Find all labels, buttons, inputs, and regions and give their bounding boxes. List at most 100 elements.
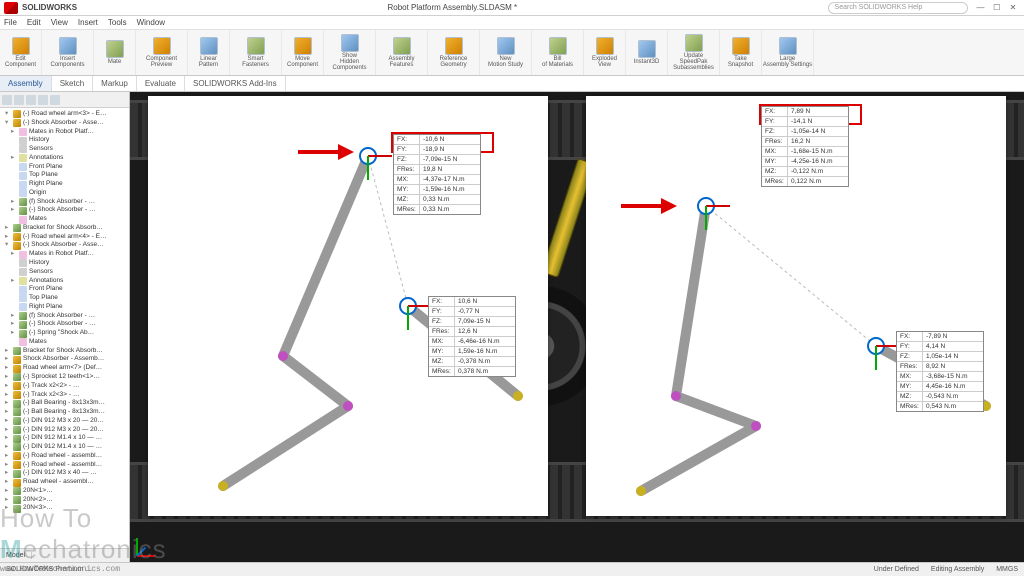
menu-tools[interactable]: Tools	[108, 18, 127, 27]
feature-tree[interactable]: ▾(-) Road wheel arm<3> - E…▾(-) Shock Ab…	[0, 108, 129, 548]
ribbon-icon	[200, 37, 218, 55]
tree-hist-icon	[19, 268, 27, 276]
tree-item[interactable]: ▸20N<1>…	[1, 487, 128, 496]
ribbon-edit-component[interactable]: Edit Component	[0, 30, 42, 75]
ribbon-mate[interactable]: Mate	[94, 30, 136, 75]
ribbon-bill-of-materials[interactable]: Bill of Materials	[532, 30, 584, 75]
tree-toolbar	[0, 92, 129, 108]
ribbon-new-motion-study[interactable]: New Motion Study	[480, 30, 532, 75]
menu-window[interactable]: Window	[137, 18, 165, 27]
ribbon-reference-geometry[interactable]: Reference Geometry	[428, 30, 480, 75]
tree-item[interactable]: ▾(-) Road wheel arm<3> - E…	[1, 110, 128, 119]
tree-asm-icon	[13, 356, 21, 364]
tree-asm-icon	[13, 391, 21, 399]
ribbon-smart-fasteners[interactable]: Smart Fasteners	[230, 30, 282, 75]
ribbon-linear-pattern[interactable]: Linear Pattern	[188, 30, 230, 75]
tree-fold-icon	[19, 154, 27, 162]
tree-item[interactable]: ▸Road wheel - assembl…	[1, 478, 128, 487]
tree-item[interactable]: Front Plane	[1, 163, 128, 172]
tree-mate-icon	[19, 251, 27, 259]
tree-item[interactable]: ▸Bracket for Shock Absorb…	[1, 347, 128, 356]
tree-item[interactable]: ▸(-) Track x2<2> - …	[1, 382, 128, 391]
tree-item[interactable]: Front Plane	[1, 285, 128, 294]
ribbon-component-preview[interactable]: Component Preview	[136, 30, 188, 75]
tree-item[interactable]: Right Plane	[1, 180, 128, 189]
tree-plane-icon	[19, 189, 27, 197]
tree-plane-icon	[19, 181, 27, 189]
tree-item[interactable]: ▸(-) DIN 912 M1.4 x 10 — …	[1, 443, 128, 452]
tree-item[interactable]: ▸(-) Shock Absorber - …	[1, 320, 128, 329]
minimize-button[interactable]: —	[974, 3, 988, 12]
tree-item[interactable]: History	[1, 259, 128, 268]
tree-item[interactable]: ▸(-) DIN 912 M1.4 x 10 — …	[1, 434, 128, 443]
maximize-button[interactable]: ☐	[990, 3, 1004, 12]
graphics-viewport[interactable]: FX:-10,6 NFY:-18,9 NFZ:-7,09e-15 NFRes:1…	[130, 92, 1024, 562]
tree-item[interactable]: ▸(-) Shock Absorber - …	[1, 206, 128, 215]
tree-item[interactable]: ▸(f) Shock Absorber - …	[1, 312, 128, 321]
tree-item[interactable]: ▸Annotations	[1, 277, 128, 286]
tree-item[interactable]: ▸Annotations	[1, 154, 128, 163]
tree-item[interactable]: Origin	[1, 189, 128, 198]
tree-item[interactable]: ▸Mates in Robot Platf…	[1, 250, 128, 259]
tree-item[interactable]: ▸(-) DIN 912 M3 x 40 — …	[1, 469, 128, 478]
ribbon-take-snapshot[interactable]: Take Snapshot	[720, 30, 762, 75]
tree-item[interactable]: ▸(-) Ball Bearing - 8x13x3m…	[1, 408, 128, 417]
tab-addins[interactable]: SOLIDWORKS Add-Ins	[185, 76, 286, 91]
force-table-b-bottom: FX:-7,89 NFY:4,14 NFZ:1,05e-14 NFRes:8,9…	[896, 331, 984, 412]
ribbon-move-component[interactable]: Move Component	[282, 30, 324, 75]
tree-item[interactable]: ▸(-) Road wheel - assembl…	[1, 461, 128, 470]
tree-item[interactable]: ▸(-) Sprocket 12 teeth<1>…	[1, 373, 128, 382]
highlight-arrow-icon	[621, 200, 677, 212]
ribbon-instant3d[interactable]: Instant3D	[626, 30, 668, 75]
tree-item[interactable]: ▸(f) Shock Absorber - …	[1, 198, 128, 207]
tree-part-icon	[19, 198, 27, 206]
ribbon-update-speedpak-subassemblies[interactable]: Update SpeedPak Subassemblies	[668, 30, 720, 75]
tree-item[interactable]: Sensors	[1, 268, 128, 277]
tab-evaluate[interactable]: Evaluate	[137, 76, 185, 91]
tree-asm-icon	[13, 110, 21, 118]
tree-item[interactable]: Top Plane	[1, 171, 128, 180]
ribbon-icon	[596, 37, 614, 55]
tree-item[interactable]: ▸(-) Spring "Shock Ab…	[1, 329, 128, 338]
ribbon-exploded-view[interactable]: Exploded View	[584, 30, 626, 75]
close-button[interactable]: ✕	[1006, 3, 1020, 12]
menu-edit[interactable]: Edit	[27, 18, 41, 27]
tree-item[interactable]: Sensors	[1, 145, 128, 154]
ribbon-icon	[779, 37, 797, 55]
tree-item[interactable]: ▸(-) Road wheel arm<4> - E…	[1, 233, 128, 242]
tree-item[interactable]: ▸(-) DIN 912 M3 x 20 — 20…	[1, 426, 128, 435]
tree-item[interactable]: History	[1, 136, 128, 145]
window-controls: — ☐ ✕	[974, 3, 1020, 12]
ribbon-icon	[153, 37, 171, 55]
ribbon-large-assembly-settings[interactable]: Large Assembly Settings	[762, 30, 814, 75]
tree-part-icon	[13, 487, 21, 495]
menu-insert[interactable]: Insert	[78, 18, 98, 27]
tree-item[interactable]: ▾(-) Shock Absorber - Asse…	[1, 119, 128, 128]
menu-view[interactable]: View	[51, 18, 68, 27]
tree-item[interactable]: ▸(-) Ball Bearing - 8x13x3m…	[1, 399, 128, 408]
tree-item[interactable]: ▸Mates in Robot Platf…	[1, 128, 128, 137]
ribbon-insert-components[interactable]: Insert Components	[42, 30, 94, 75]
tree-filter-icon[interactable]	[2, 95, 12, 105]
tree-plane-icon	[19, 172, 27, 180]
ribbon-icon	[12, 37, 30, 55]
ribbon-assembly-features[interactable]: Assembly Features	[376, 30, 428, 75]
tree-item[interactable]: ▸Road wheel arm<7> (Def…	[1, 364, 128, 373]
tree-item[interactable]: ▸(-) DIN 912 M3 x 20 — 20…	[1, 417, 128, 426]
tree-item[interactable]: ▸(-) Road wheel - assembl…	[1, 452, 128, 461]
ribbon-show-hidden-components[interactable]: Show Hidden Components	[324, 30, 376, 75]
tree-item[interactable]: ▸Bracket for Shock Absorb…	[1, 224, 128, 233]
tree-item[interactable]: ▸(-) Track x2<3> - …	[1, 391, 128, 400]
tree-item[interactable]: Mates	[1, 215, 128, 224]
tab-sketch[interactable]: Sketch	[52, 76, 93, 91]
ribbon-icon	[106, 40, 124, 58]
tree-item[interactable]: ▸Shock Absorber - Assemb…	[1, 355, 128, 364]
tab-markup[interactable]: Markup	[93, 76, 137, 91]
tree-item[interactable]: Top Plane	[1, 294, 128, 303]
tree-item[interactable]: Right Plane	[1, 303, 128, 312]
tab-assembly[interactable]: Assembly	[0, 76, 52, 91]
tree-item[interactable]: Mates	[1, 338, 128, 347]
tree-item[interactable]: ▾(-) Shock Absorber - Asse…	[1, 241, 128, 250]
help-search-input[interactable]: Search SOLIDWORKS Help	[828, 2, 968, 14]
menu-file[interactable]: File	[4, 18, 17, 27]
